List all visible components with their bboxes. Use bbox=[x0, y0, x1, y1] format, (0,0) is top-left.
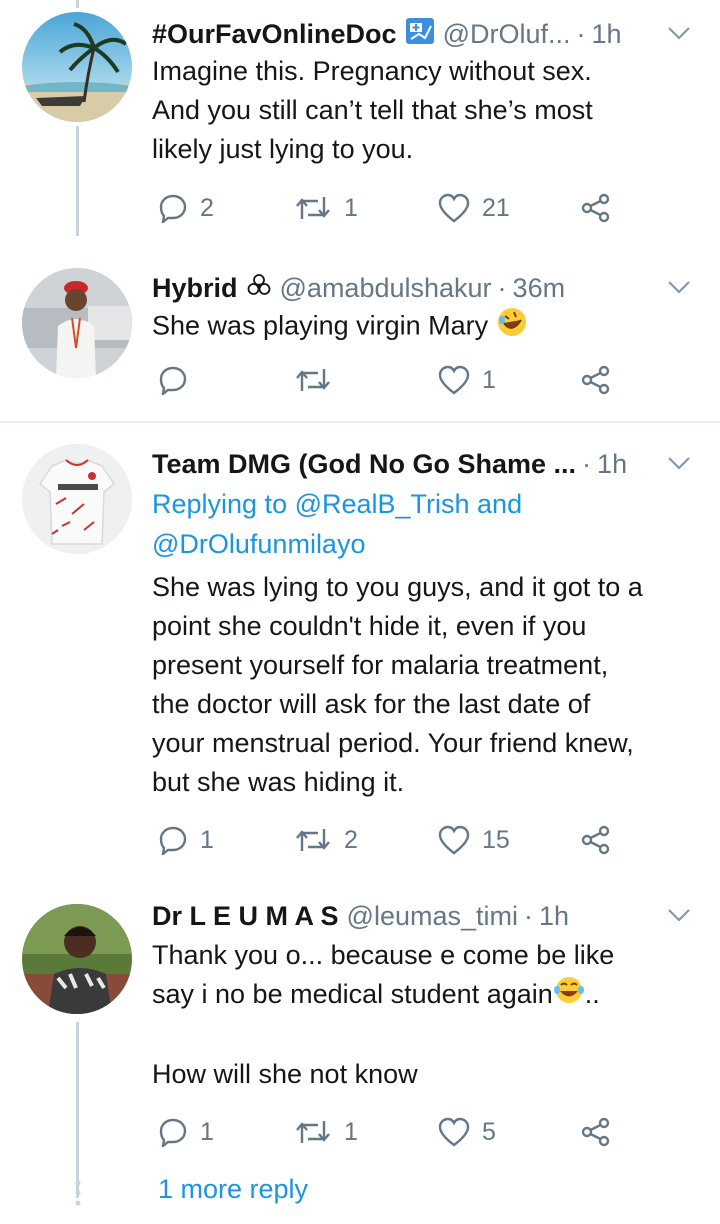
reply-button[interactable]: 1 bbox=[158, 1112, 214, 1152]
reply-icon bbox=[159, 1118, 187, 1147]
reply-icon bbox=[159, 826, 187, 855]
avatar[interactable] bbox=[22, 268, 132, 378]
heart-icon bbox=[438, 825, 470, 855]
tweet[interactable]: Hybrid @amabdulshakur · 36m She was play… bbox=[0, 236, 720, 420]
timestamp[interactable]: 36m bbox=[513, 273, 566, 304]
retweet-count: 1 bbox=[344, 1117, 358, 1146]
tweet[interactable]: Team DMG (God No Go Shame ... · 1h Reply… bbox=[0, 424, 720, 884]
retweet-button[interactable]: 2 bbox=[294, 820, 358, 860]
reply-button[interactable]: 2 bbox=[158, 188, 214, 228]
retweet-button[interactable] bbox=[294, 360, 344, 400]
avatar[interactable] bbox=[22, 12, 132, 122]
like-button[interactable]: 21 bbox=[438, 188, 510, 228]
tweet-actions: 1 bbox=[152, 360, 632, 400]
avatar[interactable] bbox=[22, 444, 132, 554]
display-name[interactable]: Hybrid bbox=[152, 273, 238, 304]
separator-dot: · bbox=[576, 18, 586, 49]
retweet-icon bbox=[296, 369, 330, 391]
like-count: 15 bbox=[482, 825, 510, 854]
reply-count: 2 bbox=[200, 193, 214, 222]
more-replies-link[interactable]: 1 more reply bbox=[158, 1174, 308, 1205]
tweet-actions: 1 1 5 bbox=[152, 1112, 632, 1152]
retweet-button[interactable]: 1 bbox=[294, 188, 358, 228]
share-icon bbox=[581, 825, 610, 855]
like-button[interactable]: 15 bbox=[438, 820, 510, 860]
more-replies-dots-icon bbox=[75, 1180, 81, 1206]
thread-connector-line bbox=[76, 1022, 79, 1198]
heart-icon bbox=[438, 193, 470, 223]
timestamp[interactable]: 1h bbox=[597, 449, 627, 480]
tweet-actions: 1 2 15 bbox=[152, 820, 632, 860]
tweet[interactable]: #OurFavOnlineDoc @DrOluf... · 1h Imagine… bbox=[0, 0, 720, 236]
heart-icon bbox=[438, 365, 470, 395]
separator-dot: · bbox=[582, 448, 592, 479]
like-button[interactable]: 1 bbox=[438, 360, 496, 400]
display-name[interactable]: #OurFavOnlineDoc bbox=[152, 19, 397, 50]
share-button[interactable] bbox=[580, 360, 612, 400]
avatar[interactable] bbox=[22, 904, 132, 1014]
heart-icon bbox=[438, 1117, 470, 1147]
retweet-count: 2 bbox=[344, 825, 358, 854]
like-button[interactable]: 5 bbox=[438, 1112, 496, 1152]
tweet-text: Imagine this. Pregnancy without sex. And… bbox=[152, 56, 593, 164]
retweet-icon bbox=[296, 1121, 330, 1143]
reply-button[interactable]: 1 bbox=[158, 820, 214, 860]
chevron-down-icon[interactable] bbox=[666, 906, 692, 924]
tweet-text: She was playing virgin Mary bbox=[152, 306, 696, 349]
handle[interactable]: @DrOluf... bbox=[443, 19, 571, 50]
share-icon bbox=[581, 193, 610, 223]
timestamp[interactable]: 1h bbox=[539, 901, 569, 932]
handle[interactable]: @amabdulshakur bbox=[280, 273, 492, 304]
tweet-header: Hybrid @amabdulshakur · 36m bbox=[152, 270, 670, 306]
tweet-actions: 2 1 21 bbox=[152, 188, 632, 228]
medical-badge-icon bbox=[405, 17, 435, 52]
handle[interactable]: @leumas_timi bbox=[347, 901, 518, 932]
display-name[interactable]: Dr L E U M A S bbox=[152, 901, 339, 932]
tweet-header: Team DMG (God No Go Shame ... · 1h bbox=[152, 446, 670, 482]
like-count: 21 bbox=[482, 193, 510, 222]
share-button[interactable] bbox=[580, 820, 612, 860]
timestamp[interactable]: 1h bbox=[591, 19, 621, 50]
chevron-down-icon[interactable] bbox=[666, 24, 692, 42]
reply-icon bbox=[159, 194, 187, 223]
reply-button[interactable] bbox=[158, 360, 200, 400]
joy-emoji-icon bbox=[553, 975, 585, 1016]
retweet-count: 1 bbox=[344, 193, 358, 222]
retweet-icon bbox=[296, 829, 330, 851]
separator-dot: · bbox=[523, 900, 533, 931]
like-count: 1 bbox=[482, 365, 496, 394]
tweet-header: Dr L E U M A S @leumas_timi · 1h bbox=[152, 898, 670, 934]
reply-count: 1 bbox=[200, 825, 214, 854]
retweet-icon bbox=[296, 197, 330, 219]
like-count: 5 bbox=[482, 1117, 496, 1146]
separator-dot: · bbox=[497, 272, 507, 303]
tweet-header: #OurFavOnlineDoc @DrOluf... · 1h bbox=[152, 16, 670, 52]
tweet-text: Thank you o... because e come be like sa… bbox=[152, 940, 615, 1090]
share-button[interactable] bbox=[580, 1112, 612, 1152]
share-icon bbox=[581, 365, 610, 395]
retweet-button[interactable]: 1 bbox=[294, 1112, 358, 1152]
share-button[interactable] bbox=[580, 188, 612, 228]
chevron-down-icon[interactable] bbox=[666, 454, 692, 472]
biohazard-icon bbox=[246, 272, 272, 305]
replying-to[interactable]: Replying to @RealB_Trish and @DrOlufunmi… bbox=[152, 484, 522, 564]
tweet-text: She was lying to you guys, and it got to… bbox=[152, 572, 643, 797]
rofl-emoji-icon bbox=[496, 306, 528, 349]
tweet[interactable]: Dr L E U M A S @leumas_timi · 1h Thank y… bbox=[0, 884, 720, 1198]
reply-count: 1 bbox=[200, 1117, 214, 1146]
divider bbox=[0, 421, 720, 423]
display-name[interactable]: Team DMG (God No Go Shame ... bbox=[152, 449, 576, 480]
thread-connector-line bbox=[76, 126, 79, 236]
thread-connector-line bbox=[76, 0, 79, 8]
chevron-down-icon[interactable] bbox=[666, 278, 692, 296]
share-icon bbox=[581, 1117, 610, 1147]
reply-icon bbox=[159, 366, 187, 395]
